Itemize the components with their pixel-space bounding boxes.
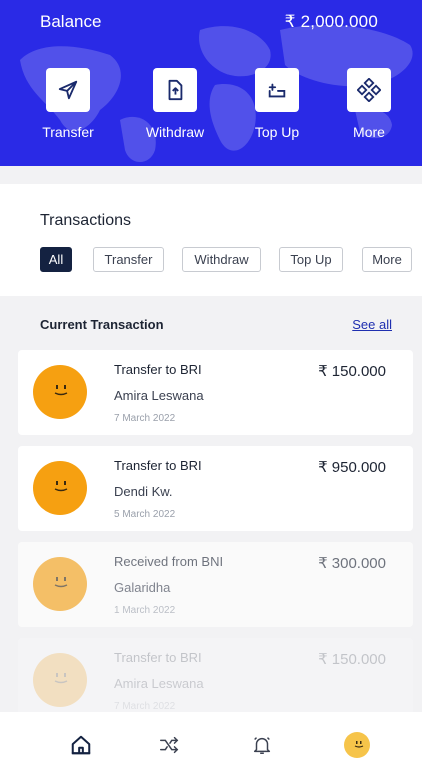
- transaction-amount: ₹ 300.000: [318, 555, 386, 572]
- transaction-date: 7 March 2022: [114, 701, 176, 712]
- send-icon-box: [46, 68, 90, 112]
- transaction-amount: ₹ 950.000: [318, 459, 386, 476]
- transaction-item[interactable]: Received from BNI Galaridha 1 March 2022…: [18, 542, 413, 627]
- withdraw-button[interactable]: Withdraw: [130, 68, 220, 140]
- transaction-amount: ₹ 150.000: [318, 651, 386, 668]
- avatar: [33, 557, 87, 611]
- filter-withdraw[interactable]: Withdraw: [182, 247, 261, 272]
- smiley-face-icon: [54, 481, 68, 492]
- transaction-title: Transfer to BRI: [114, 458, 202, 473]
- withdraw-label: Withdraw: [145, 124, 205, 140]
- transaction-name: Dendi Kw.: [114, 484, 173, 499]
- transaction-date: 7 March 2022: [114, 413, 176, 424]
- nav-transfers[interactable]: [154, 732, 184, 758]
- transaction-name: Amira Leswana: [114, 676, 204, 691]
- top-up-label: Top Up: [254, 124, 300, 140]
- top-up-icon: [268, 83, 286, 98]
- filter-top-up[interactable]: Top Up: [279, 247, 343, 272]
- balance-label: Balance: [40, 12, 102, 31]
- more-grid-icon: [357, 78, 381, 102]
- transaction-title: Transfer to BRI: [114, 650, 202, 665]
- avatar: [33, 365, 87, 419]
- transaction-amount: ₹ 150.000: [318, 363, 386, 380]
- nav-home[interactable]: [66, 732, 96, 758]
- transfer-label: Transfer: [42, 124, 94, 140]
- withdraw-icon-box: [153, 68, 197, 112]
- transaction-item[interactable]: Transfer to BRI Dendi Kw. 5 March 2022 ₹…: [18, 446, 413, 531]
- smiley-face-icon: [54, 385, 68, 396]
- top-up-icon-box: [255, 68, 299, 112]
- transaction-item[interactable]: Transfer to BRI Amira Leswana 7 March 20…: [18, 350, 413, 435]
- transactions-card: Transactions All Transfer Withdraw Top U…: [0, 184, 422, 296]
- bell-icon: [253, 737, 271, 754]
- bottom-navigation: [0, 712, 422, 777]
- transfer-button[interactable]: Transfer: [23, 68, 113, 140]
- transaction-title: Transfer to BRI: [114, 362, 202, 377]
- transaction-name: Amira Leswana: [114, 388, 204, 403]
- see-all-link[interactable]: See all: [352, 317, 392, 332]
- more-button[interactable]: More: [324, 68, 414, 140]
- transaction-item[interactable]: Transfer to BRI Amira Leswana 7 March 20…: [18, 638, 413, 723]
- transaction-name: Galaridha: [114, 580, 171, 595]
- top-up-button[interactable]: Top Up: [232, 68, 322, 140]
- transaction-title: Received from BNI: [114, 554, 224, 569]
- filter-transfer[interactable]: Transfer: [93, 247, 164, 272]
- send-icon: [58, 80, 78, 100]
- filter-all[interactable]: All: [40, 247, 72, 272]
- current-transaction-title: Current Transaction: [40, 317, 164, 332]
- nav-notifications[interactable]: [247, 732, 277, 758]
- transactions-title: Transactions: [40, 212, 131, 229]
- balance-amount: ₹ 2,000.000: [284, 12, 378, 31]
- avatar: [33, 653, 87, 707]
- profile-avatar-icon: [344, 732, 370, 758]
- shuffle-icon: [160, 736, 179, 754]
- more-icon-box: [347, 68, 391, 112]
- nav-profile[interactable]: [342, 732, 372, 758]
- transaction-date: 5 March 2022: [114, 509, 176, 520]
- filter-more[interactable]: More: [362, 247, 412, 272]
- avatar: [33, 461, 87, 515]
- home-icon: [71, 735, 91, 755]
- withdraw-icon: [168, 79, 183, 101]
- smiley-face-icon: [54, 577, 68, 588]
- balance-header: Balance ₹ 2,000.000 Transfer Withdraw To…: [0, 0, 422, 166]
- more-label: More: [353, 124, 385, 140]
- smiley-face-icon: [54, 673, 68, 684]
- transaction-date: 1 March 2022: [114, 605, 176, 616]
